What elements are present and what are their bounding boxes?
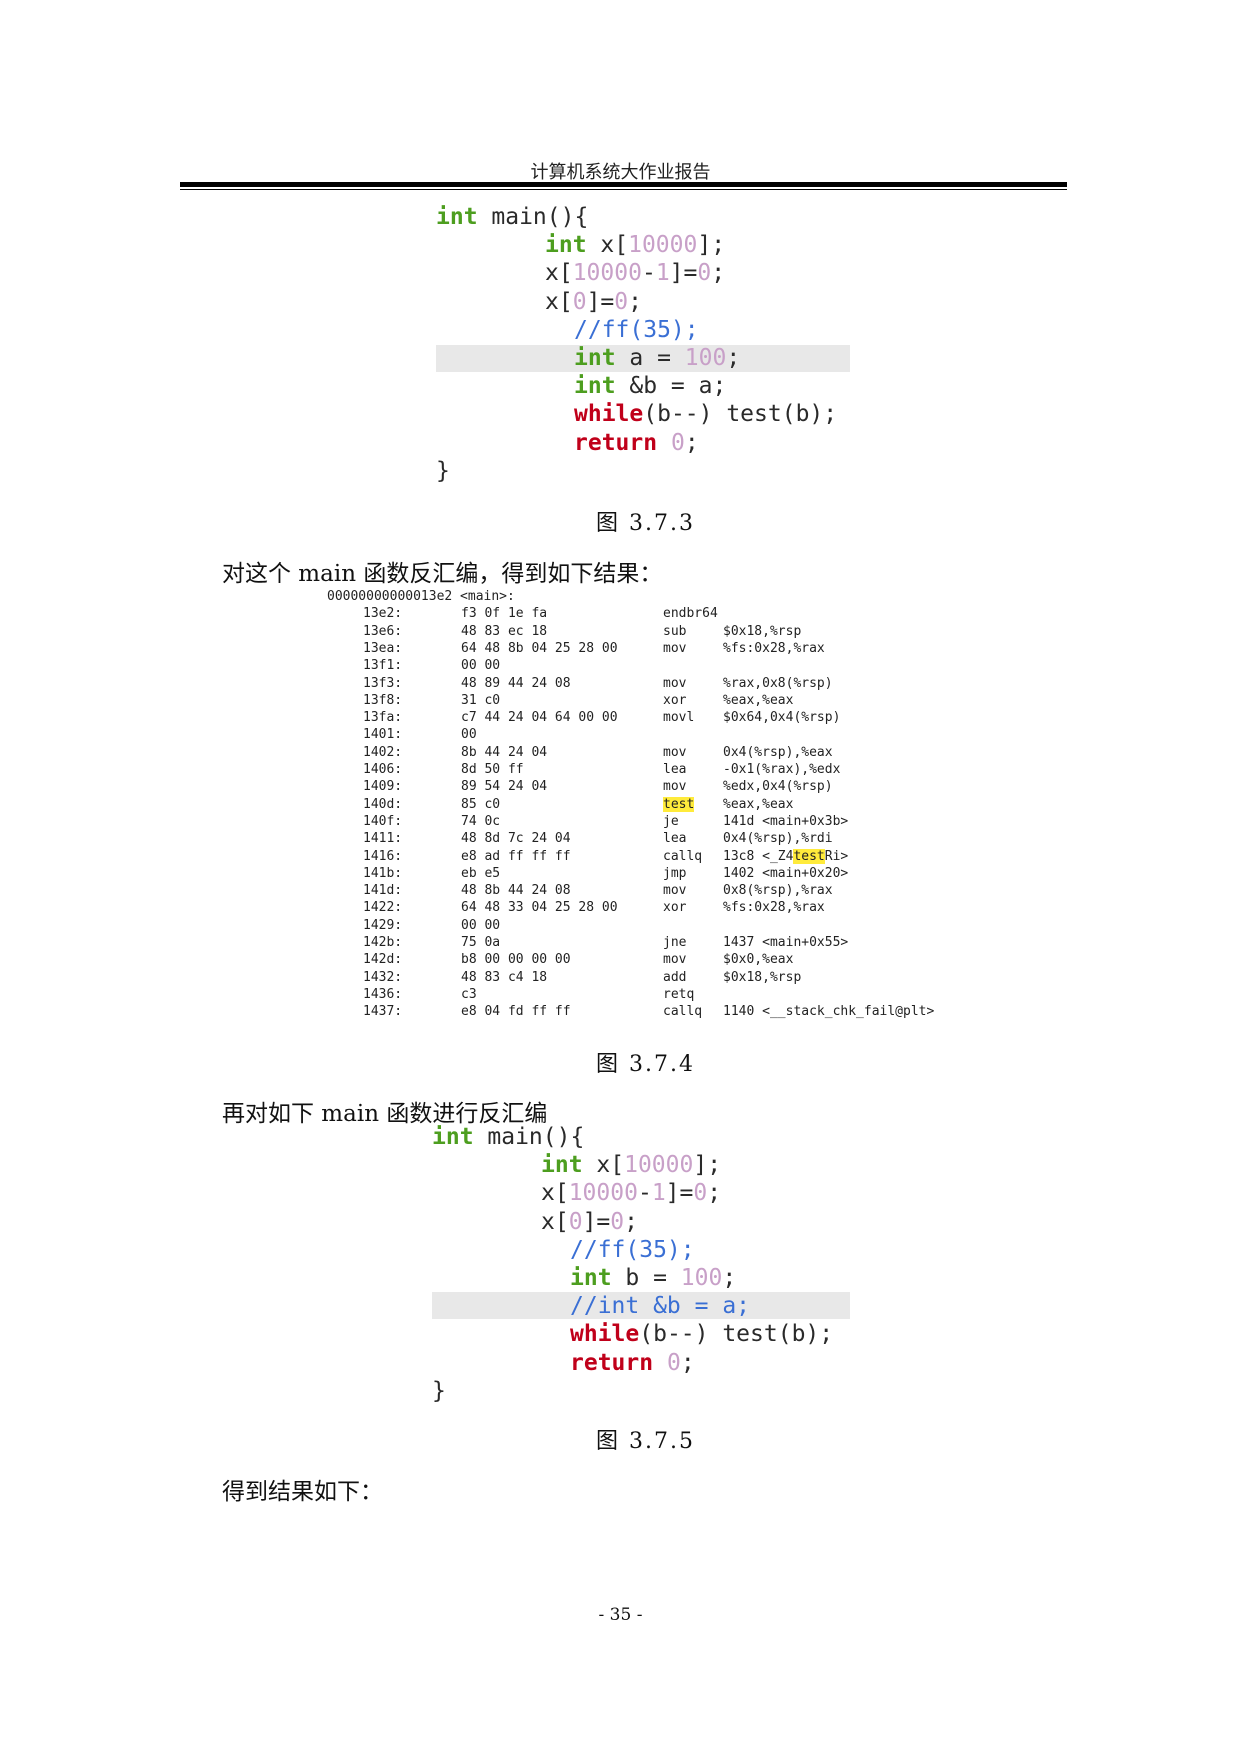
code-token: ]= xyxy=(582,1208,611,1235)
number-literal: 0 xyxy=(610,1208,625,1235)
number-literal: 1 xyxy=(651,1180,666,1207)
number-literal: 0 xyxy=(693,1180,708,1207)
caption-figure-3: 图 3.7.5 xyxy=(596,1429,695,1454)
code-token: ]= xyxy=(665,1180,694,1207)
code-line: //int &b = a; xyxy=(570,1292,750,1320)
code-token: ; xyxy=(680,1349,695,1376)
code-comment: //ff(35); xyxy=(570,1236,695,1263)
code-line: return 0; xyxy=(570,1349,695,1377)
number-literal: 0 xyxy=(568,1208,583,1235)
code-token: ]; xyxy=(693,1152,722,1179)
page-number: - 35 - xyxy=(598,1605,643,1625)
code-token: ; xyxy=(707,1180,722,1207)
code-token: x[ xyxy=(541,1208,569,1235)
code-token: ; xyxy=(722,1265,737,1291)
paragraph-3: 得到结果如下： xyxy=(222,1479,383,1505)
code-token: - xyxy=(637,1180,652,1207)
number-literal: 10000 xyxy=(568,1180,638,1207)
code-token: x[ xyxy=(541,1180,569,1207)
keyword-return: return xyxy=(570,1349,654,1376)
code-line: //ff(35); xyxy=(570,1236,695,1264)
code-line: x[10000-1]=0; xyxy=(541,1179,721,1207)
code-line: } xyxy=(432,1377,446,1405)
code-token: } xyxy=(432,1377,446,1404)
keyword-while: while xyxy=(570,1321,640,1348)
code-line: int main(){ xyxy=(432,1123,584,1151)
code-token: b = xyxy=(611,1265,681,1291)
code-token: ; xyxy=(624,1208,638,1235)
code-figure-2: int main(){int x[10000]; x[10000-1]=0; x[0… xyxy=(0,0,1241,1420)
code-line: x[0]=0; xyxy=(541,1208,638,1236)
number-literal: 0 xyxy=(666,1349,681,1376)
keyword-int: int xyxy=(570,1265,612,1291)
number-literal: 100 xyxy=(680,1265,723,1291)
number-literal: 10000 xyxy=(624,1152,694,1179)
code-token: main(){ xyxy=(473,1124,585,1150)
code-line: int b = 100; xyxy=(570,1264,736,1292)
keyword-int: int xyxy=(541,1152,583,1179)
code-token: (b--) test(b); xyxy=(639,1321,834,1348)
code-comment: //int &b = a; xyxy=(570,1293,751,1320)
code-line: int x[10000]; xyxy=(541,1151,721,1179)
keyword-int: int xyxy=(432,1124,474,1150)
code-line: while(b--) test(b); xyxy=(570,1320,833,1348)
code-token: x[ xyxy=(582,1152,625,1179)
